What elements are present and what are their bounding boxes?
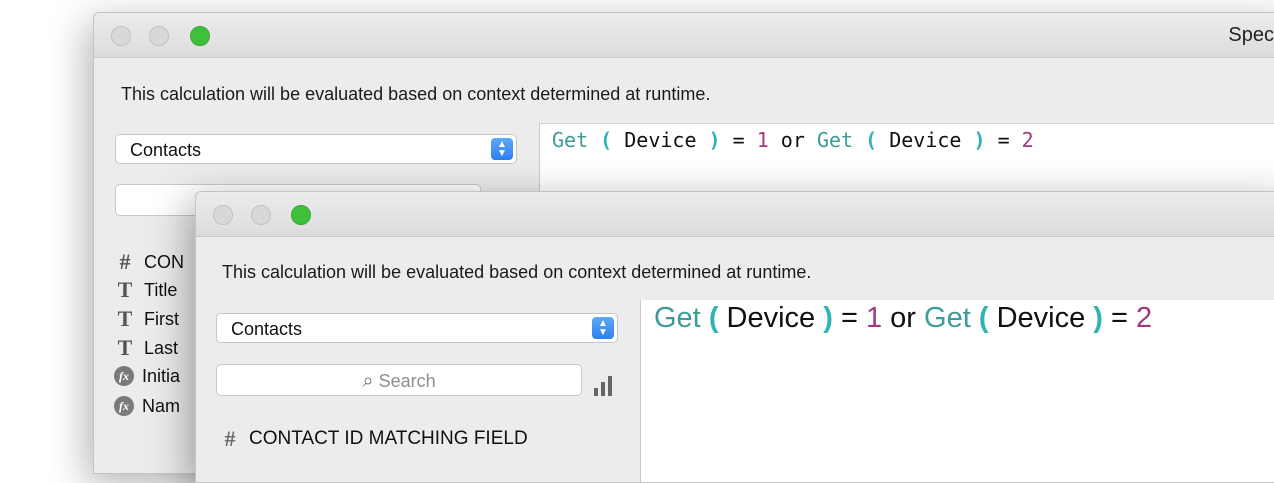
function-name: Get xyxy=(654,302,701,334)
function-name: Get xyxy=(924,302,971,334)
operator: = xyxy=(1102,302,1137,334)
field-item[interactable]: T Last xyxy=(114,335,178,361)
number-literal: 2 xyxy=(1021,128,1034,152)
field-item[interactable]: fx Nam xyxy=(114,395,180,421)
search-input[interactable]: ⌕ Search xyxy=(216,364,582,396)
operator: or xyxy=(882,302,925,334)
calculation-icon: fx xyxy=(114,366,134,387)
number-literal: 1 xyxy=(756,128,769,152)
field-item[interactable]: # CONTACT ID MATCHING FIELD xyxy=(219,426,528,452)
zoom-button[interactable] xyxy=(291,205,311,225)
function-arg: Device xyxy=(877,128,974,152)
operator: = xyxy=(832,302,866,334)
search-icon: ⌕ xyxy=(362,370,374,392)
close-paren: ) xyxy=(823,302,833,334)
text-icon: T xyxy=(117,335,133,360)
field-label: Title xyxy=(144,279,178,300)
function-name: Get xyxy=(816,128,854,152)
window-title: Spec xyxy=(1228,24,1274,46)
formula-text[interactable]: Get ( Device ) = 1 or Get ( Device ) = 2 xyxy=(654,302,1152,335)
function-name: Get xyxy=(552,128,589,152)
field-label: Nam xyxy=(142,395,181,416)
operator: = xyxy=(720,128,757,152)
close-button[interactable] xyxy=(213,205,233,225)
table-select-value: Contacts xyxy=(231,319,303,339)
function-arg: Device xyxy=(988,302,1094,334)
operator: or xyxy=(768,128,817,152)
search-placeholder: Search xyxy=(378,371,436,391)
number-literal: 2 xyxy=(1136,302,1153,334)
number-literal: 1 xyxy=(865,302,883,334)
minimize-button[interactable] xyxy=(149,26,169,46)
number-icon: # xyxy=(224,426,236,451)
function-arg: Device xyxy=(612,128,709,152)
context-description: This calculation will be evaluated based… xyxy=(121,84,711,104)
field-item[interactable]: T Title xyxy=(114,277,178,303)
field-view-options-icon[interactable] xyxy=(594,374,620,396)
field-label: Last xyxy=(144,337,179,358)
front-calculation-window: This calculation will be evaluated based… xyxy=(195,191,1274,483)
field-list-panel: Contacts ▲ ▼ ⌕ Search # CONTACT ID MATCHIN… xyxy=(196,300,641,482)
close-paren: ) xyxy=(973,128,986,152)
field-label: CON xyxy=(144,251,184,272)
text-icon: T xyxy=(117,277,133,302)
calculation-icon: fx xyxy=(114,396,134,417)
select-arrows-icon: ▲ ▼ xyxy=(491,138,513,160)
field-label: First xyxy=(144,308,179,329)
title-bar[interactable] xyxy=(196,192,1274,237)
text-icon: T xyxy=(117,306,133,331)
formula-text[interactable]: Get ( Device ) = 1 or Get ( Device ) = 2 xyxy=(552,128,1034,152)
function-arg: Device xyxy=(718,302,824,334)
table-select[interactable]: Contacts ▲ ▼ xyxy=(216,313,618,343)
field-item[interactable]: T First xyxy=(114,306,179,332)
close-paren: ) xyxy=(708,128,721,152)
title-bar[interactable]: Spec xyxy=(94,13,1274,58)
minimize-button[interactable] xyxy=(251,205,271,225)
field-item[interactable]: # CON xyxy=(114,249,185,275)
open-paren: ( xyxy=(600,128,613,152)
field-label: Initia xyxy=(142,365,181,386)
formula-editor[interactable]: Get ( Device ) = 1 or Get ( Device ) = 2 xyxy=(641,300,1274,482)
number-icon: # xyxy=(119,249,131,274)
close-paren: ) xyxy=(1093,302,1103,334)
table-select[interactable]: Contacts ▲ ▼ xyxy=(115,134,517,164)
field-item[interactable]: fx Initia xyxy=(114,365,180,391)
field-label: CONTACT ID MATCHING FIELD xyxy=(249,428,528,449)
select-arrows-icon: ▲ ▼ xyxy=(592,317,614,339)
table-select-value: Contacts xyxy=(130,140,202,160)
open-paren: ( xyxy=(978,302,989,334)
context-description: This calculation will be evaluated based… xyxy=(222,262,812,282)
close-button[interactable] xyxy=(111,26,131,46)
zoom-button[interactable] xyxy=(190,26,210,46)
open-paren: ( xyxy=(865,128,878,152)
operator: = xyxy=(985,128,1022,152)
